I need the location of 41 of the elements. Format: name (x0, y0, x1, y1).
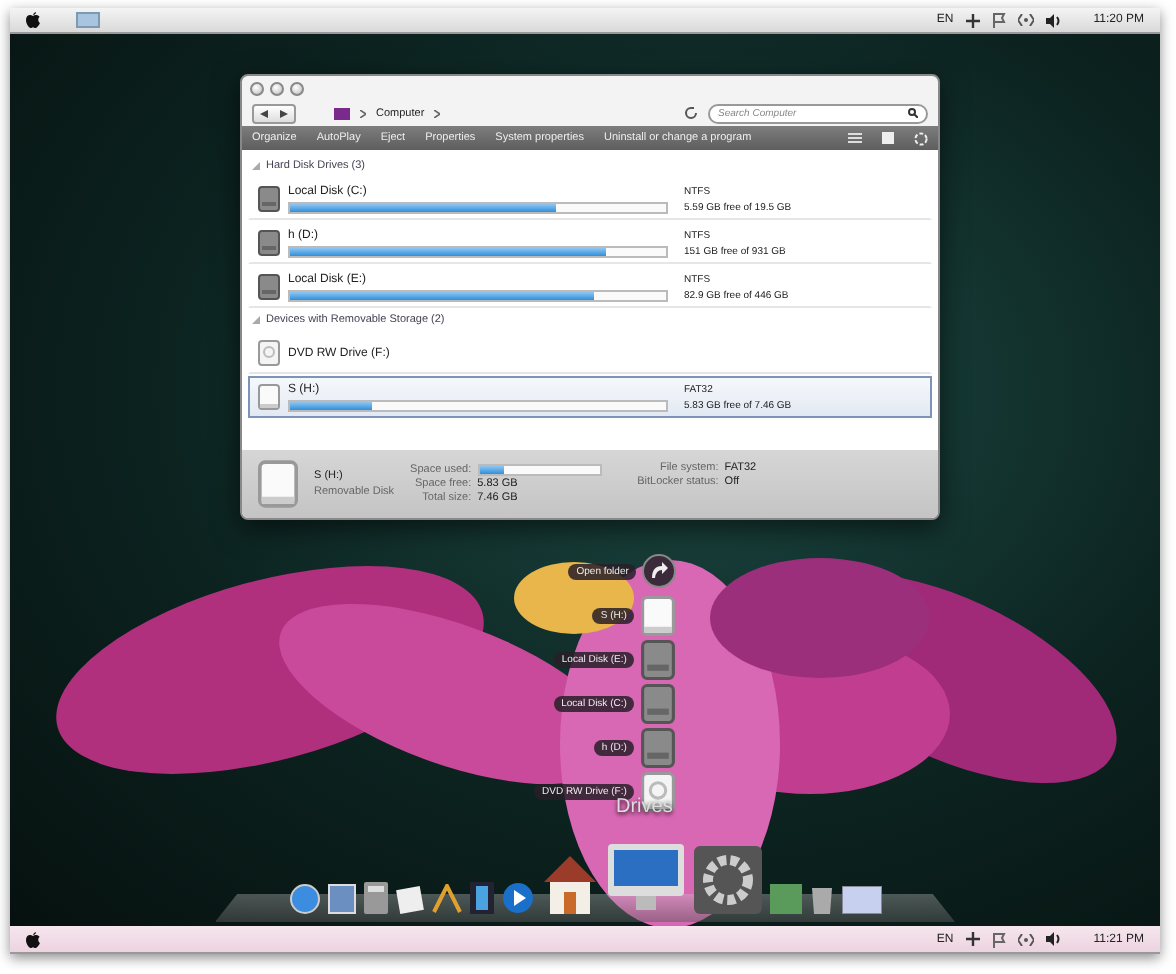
hard-drive-icon (640, 727, 677, 767)
house-icon[interactable] (541, 854, 597, 914)
network-icon[interactable] (1017, 933, 1034, 945)
trash-icon[interactable] (809, 884, 833, 914)
hard-drive-icon (640, 639, 677, 679)
compass-icon[interactable] (289, 884, 319, 914)
hard-drive-icon (640, 683, 677, 723)
refresh-icon[interactable] (684, 106, 698, 120)
network-icon[interactable] (1017, 14, 1034, 26)
speaker-icon[interactable] (1045, 932, 1062, 946)
removable-drive-icon (258, 460, 298, 508)
flag-icon[interactable] (991, 931, 1006, 947)
plus-icon[interactable] (965, 932, 980, 946)
gear-icon[interactable] (693, 846, 761, 914)
plus-icon[interactable] (965, 13, 980, 27)
removable-drive-icon (258, 384, 280, 410)
hard-drive-icon (258, 186, 280, 212)
optical-drive-icon (258, 340, 280, 366)
flag-icon[interactable] (991, 12, 1006, 28)
computer-icon (334, 107, 350, 119)
back-arrow-icon[interactable] (260, 109, 268, 117)
hard-drive-icon (258, 274, 280, 300)
removable-drive-icon (640, 595, 677, 635)
apple-logo-icon[interactable] (26, 12, 40, 28)
play-icon[interactable] (501, 882, 533, 914)
search-icon (908, 108, 918, 118)
stack-title: Drives (616, 796, 673, 818)
speaker-icon[interactable] (1045, 13, 1062, 27)
chevron-icon (434, 109, 441, 117)
apple-logo-icon[interactable] (26, 931, 40, 947)
film-icon[interactable] (469, 882, 493, 914)
monitor-icon[interactable] (605, 842, 685, 914)
calculator-icon[interactable] (363, 882, 387, 914)
chevron-icon (360, 109, 366, 117)
notes-icon[interactable] (395, 886, 423, 914)
view-options-icon[interactable] (848, 132, 862, 144)
forward-arrow-icon[interactable] (280, 109, 288, 117)
hard-drive-icon (258, 230, 280, 256)
window-icon[interactable] (841, 886, 881, 914)
back-forward-button[interactable] (252, 103, 296, 123)
photo-icon[interactable] (327, 884, 355, 914)
